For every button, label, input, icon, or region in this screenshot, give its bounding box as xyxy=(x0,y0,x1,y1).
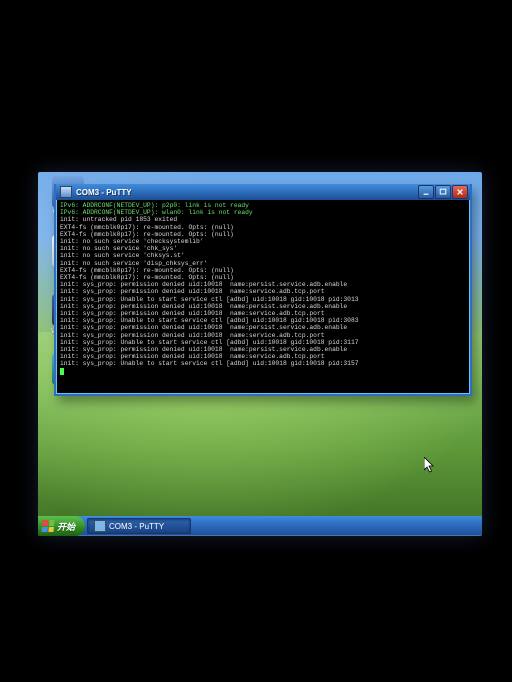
task-app-icon xyxy=(94,520,106,532)
window-title: COM3 - PuTTY xyxy=(76,188,414,197)
putty-window[interactable]: COM3 - PuTTY IPv6: ADDRCONF(NETDEV_UP): … xyxy=(54,184,472,396)
windows-flag-icon xyxy=(41,520,54,532)
terminal-output[interactable]: IPv6: ADDRCONF(NETDEV_UP): p2p0: link is… xyxy=(56,200,470,394)
task-item-label: COM3 - PuTTY xyxy=(109,522,164,531)
start-label: 开始 xyxy=(57,520,75,533)
maximize-button[interactable] xyxy=(435,185,451,199)
window-buttons xyxy=(418,185,468,199)
titlebar[interactable]: COM3 - PuTTY xyxy=(56,184,470,200)
minimize-button[interactable] xyxy=(418,185,434,199)
putty-icon xyxy=(60,186,72,198)
screen: WPS网盘puttyWPS 2019百度网盘 COM3 - PuTTY xyxy=(38,172,482,536)
start-button[interactable]: 开始 xyxy=(38,516,85,536)
taskbar-items: COM3 - PuTTY xyxy=(85,516,193,536)
taskbar: 开始 COM3 - PuTTY xyxy=(38,516,482,536)
close-button[interactable] xyxy=(452,185,468,199)
terminal-cursor xyxy=(60,368,64,375)
task-putty[interactable]: COM3 - PuTTY xyxy=(87,518,191,534)
laptop-bezel: WPS网盘puttyWPS 2019百度网盘 COM3 - PuTTY xyxy=(0,0,512,682)
